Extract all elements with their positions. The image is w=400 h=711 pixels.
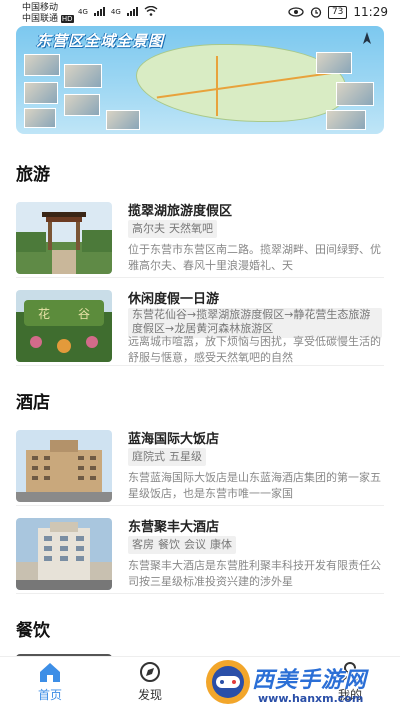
list-item[interactable]: 揽翠湖旅游度假区 高尔夫 天然氧吧 位于东营市东营区南二路。揽翠湖畔、田间绿野、…: [16, 198, 384, 278]
banner-thumbnail: [64, 64, 102, 88]
tag: 庭院式: [132, 450, 165, 463]
nav-discover-label: 发现: [137, 688, 162, 702]
nav-discover[interactable]: 发现: [120, 661, 180, 703]
tag-list: 客房 餐饮 会议 康体: [128, 536, 236, 554]
eye-icon: [288, 7, 304, 17]
card-description: 东营蓝海国际大饭店是山东蓝海酒店集团的第一家五星级饭店，也是东营市唯一一家国: [128, 471, 381, 500]
banner-thumbnail: [336, 82, 374, 106]
tag-list: 高尔夫 天然氧吧: [128, 220, 217, 238]
card-image: [16, 202, 112, 274]
banner-thumbnail: [316, 52, 352, 74]
status-right: 73 11:29: [288, 5, 388, 19]
watermark-url: www.hanxm.com: [258, 692, 364, 705]
tag: 天然氧吧: [169, 222, 213, 235]
section-title-travel: 旅游: [16, 160, 54, 187]
carrier-info: 中国移动 中国联通 HD: [22, 3, 74, 25]
carrier-1: 中国移动: [22, 3, 59, 13]
tag: 康体: [210, 538, 232, 551]
card-description: 东营聚丰大酒店是东营胜利聚丰科技开发有限责任公司按三星级标准投资兴建的涉外星: [128, 559, 381, 588]
banner-title: 东营区全域全景图: [36, 32, 165, 50]
banner-map[interactable]: 东营区全域全景图: [16, 26, 384, 134]
carrier-2: 中国联通: [22, 14, 59, 24]
network-type-1: 4G: [78, 8, 88, 16]
alarm-icon: [310, 7, 322, 18]
card-title: 揽翠湖旅游度假区: [128, 204, 233, 219]
banner-thumbnail: [326, 110, 366, 130]
card-title: 休闲度假一日游: [128, 292, 220, 307]
card-description: 远离城市喧嚣，放下烦恼与困扰，享受低碳慢生活的舒服与惬意，感受天然氧吧的自然: [128, 335, 381, 364]
svg-text:谷: 谷: [78, 307, 90, 321]
svg-text:花: 花: [38, 306, 50, 321]
card-image: [16, 518, 112, 590]
status-bar: 中国移动 中国联通 HD 4G 4G 73 11:29: [0, 0, 400, 26]
banner-thumbnail: [24, 82, 58, 104]
home-icon: [40, 663, 60, 682]
list-item[interactable]: 花 谷 休闲度假一日游 东营花仙谷→揽翠湖旅游度假区→静花营生态旅游度假区→龙居…: [16, 286, 384, 366]
tag: 客房: [132, 538, 154, 551]
section-title-food: 餐饮: [16, 616, 54, 643]
list-item[interactable]: 东营聚丰大酒店 客房 餐饮 会议 康体 东营聚丰大酒店是东营胜利聚丰科技开发有限…: [16, 514, 384, 594]
banner-thumbnail: [106, 110, 140, 130]
tag: 餐饮: [158, 538, 180, 551]
card-image: 花 谷: [16, 290, 112, 362]
tag: 高尔夫: [132, 222, 165, 235]
card-title: 蓝海国际大饭店: [128, 432, 220, 447]
signal-icon: [93, 7, 105, 16]
tag: 五星级: [169, 450, 202, 463]
card-description: 位于东营市东营区南二路。揽翠湖畔、田间绿野、优雅高尔夫、春风十里浪漫婚礼、天: [128, 243, 381, 272]
clock: 11:29: [353, 5, 388, 19]
map-road: [216, 56, 218, 116]
tag: 会议: [184, 538, 206, 551]
card-image: [16, 430, 112, 502]
banner-thumbnail: [64, 94, 100, 116]
card-title: 东营聚丰大酒店: [128, 520, 220, 535]
watermark-brand: 西美手游网: [252, 668, 368, 693]
network-type-2: 4G: [110, 8, 121, 16]
banner-thumbnail: [24, 54, 60, 76]
watermark: 西美手游网 www.hanxm.com: [200, 656, 400, 711]
signal-indicators: 4G 4G: [78, 6, 158, 16]
section-title-hotel: 酒店: [16, 388, 54, 415]
map-land-area: [136, 44, 346, 122]
wifi-icon: [144, 6, 158, 16]
list-item[interactable]: 蓝海国际大饭店 庭院式 五星级 东营蓝海国际大饭店是山东蓝海酒店集团的第一家五星…: [16, 426, 384, 506]
compass-icon: [140, 662, 160, 682]
compass-icon: [363, 32, 371, 44]
signal-icon-2: [126, 7, 138, 16]
tag-list: 庭院式 五星级: [128, 448, 206, 466]
nav-home-label: 首页: [37, 688, 62, 702]
nav-home[interactable]: 首页: [20, 661, 80, 703]
hd-badge: HD: [60, 15, 74, 23]
banner-thumbnail: [24, 108, 56, 128]
battery-level: 73: [327, 5, 348, 19]
